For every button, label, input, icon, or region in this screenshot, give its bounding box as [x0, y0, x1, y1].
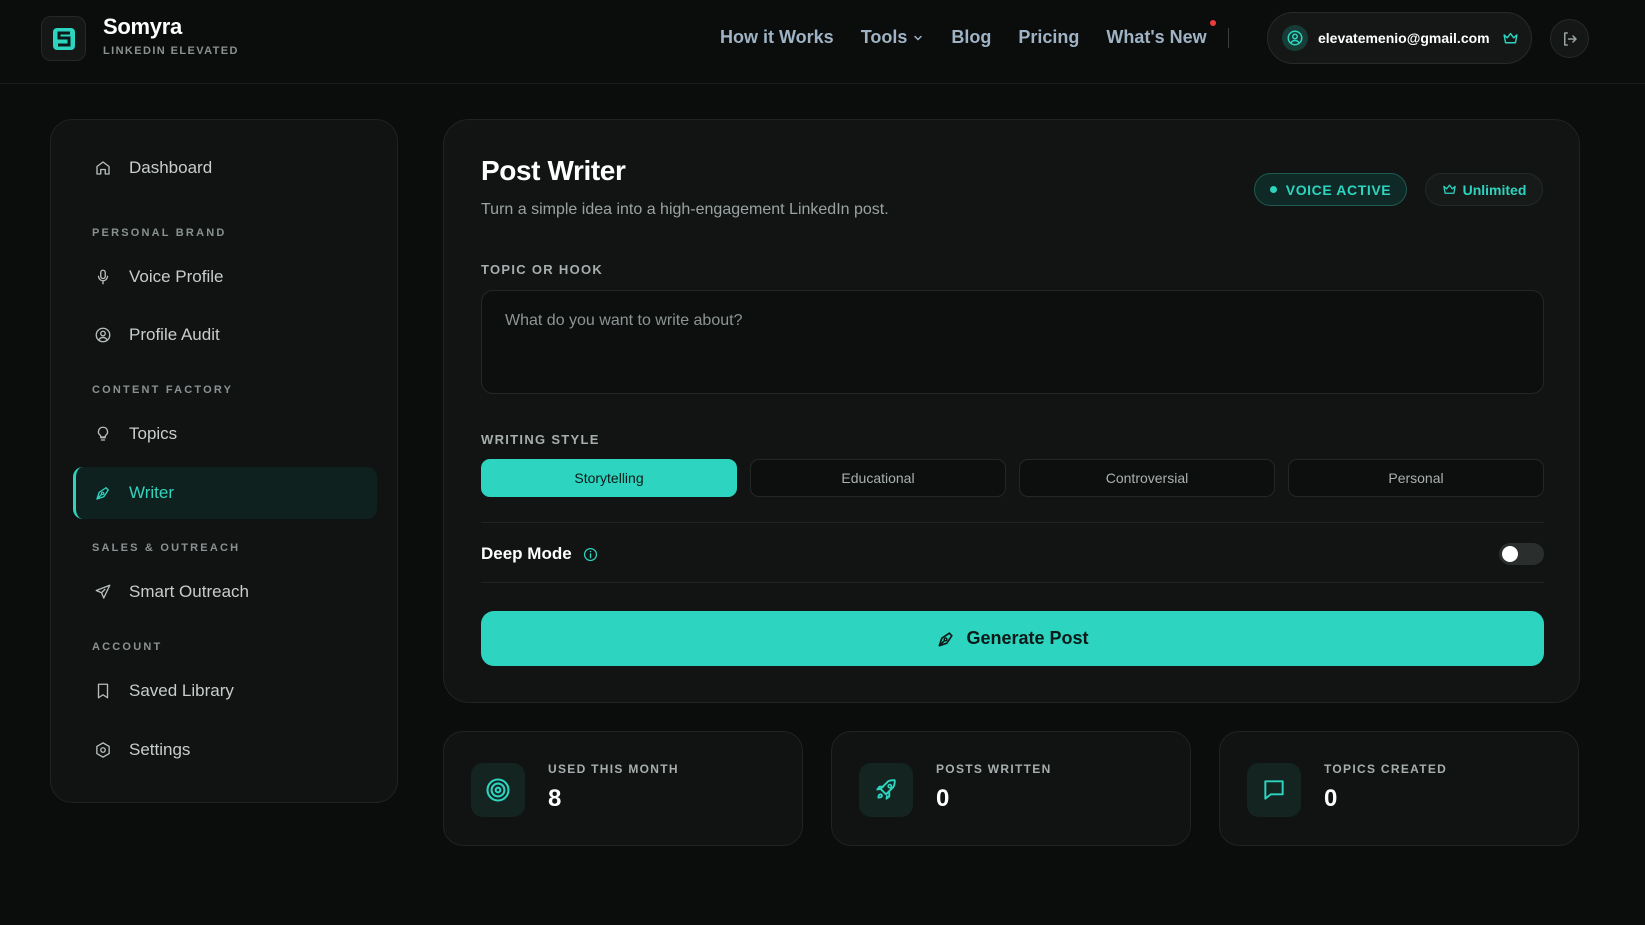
- microphone-icon: [93, 267, 113, 287]
- divider: [481, 582, 1544, 583]
- sidebar-item-dashboard[interactable]: Dashboard: [73, 142, 377, 194]
- sidebar-item-label: Writer: [129, 483, 175, 502]
- logo-icon: [52, 27, 75, 50]
- sidebar: Dashboard PERSONAL BRAND Voice Profile P…: [50, 119, 398, 803]
- page-title: Post Writer: [481, 155, 626, 186]
- gear-icon: [93, 740, 113, 760]
- stat-card-used-this-month: USED THIS MONTH 8: [443, 731, 803, 846]
- plan-badge-label: Unlimited: [1462, 181, 1527, 198]
- home-icon: [93, 158, 113, 178]
- nav-how-it-works[interactable]: How it Works: [720, 27, 834, 48]
- stat-label: TOPICS CREATED: [1324, 762, 1448, 776]
- sidebar-item-label: Topics: [129, 424, 178, 443]
- pen-tool-icon: [938, 631, 954, 646]
- stat-value: 8: [548, 785, 562, 812]
- nav-pricing-label: Pricing: [1018, 27, 1080, 47]
- sidebar-item-topics[interactable]: Topics: [73, 408, 377, 460]
- style-option-controversial[interactable]: Controversial: [1019, 459, 1275, 497]
- nav-how-it-works-label: How it Works: [720, 27, 834, 47]
- page-subtitle: Turn a simple idea into a high-engagemen…: [481, 201, 889, 218]
- sidebar-item-label: Saved Library: [129, 681, 234, 700]
- nav-blog[interactable]: Blog: [951, 27, 991, 48]
- nav-whats-new-label: What's New: [1106, 27, 1207, 47]
- stat-card-posts-written: POSTS WRITTEN 0: [831, 731, 1191, 846]
- send-icon: [93, 582, 113, 602]
- deep-mode-label: Deep Mode: [481, 544, 572, 563]
- user-circle-icon: [1287, 30, 1303, 46]
- sidebar-item-label: Smart Outreach: [129, 582, 249, 601]
- bookmark-icon: [93, 681, 113, 701]
- style-option-storytelling[interactable]: Storytelling: [481, 459, 737, 497]
- nav-pricing[interactable]: Pricing: [1018, 27, 1079, 48]
- sidebar-item-smart-outreach[interactable]: Smart Outreach: [73, 566, 377, 618]
- style-option-educational[interactable]: Educational: [750, 459, 1006, 497]
- deep-mode-toggle[interactable]: [1499, 543, 1544, 565]
- user-account-pill[interactable]: elevatemenio@gmail.com: [1267, 12, 1532, 64]
- notification-dot: [1209, 20, 1216, 26]
- sidebar-item-label: Dashboard: [129, 158, 213, 177]
- nav-blog-label: Blog: [951, 27, 992, 47]
- topic-label: TOPIC OR HOOK: [481, 262, 604, 277]
- plan-badge: Unlimited: [1425, 173, 1543, 206]
- sidebar-item-voice-profile[interactable]: Voice Profile: [73, 251, 377, 303]
- sidebar-item-label: Settings: [129, 740, 191, 759]
- nav-divider: [1228, 28, 1229, 48]
- voice-active-badge: VOICE ACTIVE: [1254, 173, 1407, 206]
- sidebar-item-writer[interactable]: Writer: [73, 467, 377, 519]
- generate-post-label: Generate Post: [966, 628, 1089, 648]
- nav-whats-new[interactable]: What's New: [1106, 20, 1216, 48]
- section-sales-outreach: SALES & OUTREACH: [92, 542, 241, 554]
- stat-card-topics-created: TOPICS CREATED 0: [1219, 731, 1579, 846]
- section-account: ACCOUNT: [92, 641, 163, 653]
- toggle-knob: [1502, 546, 1518, 562]
- generate-post-button[interactable]: Generate Post: [481, 611, 1544, 666]
- stat-label: USED THIS MONTH: [548, 762, 679, 776]
- nav-tools-label: Tools: [860, 27, 908, 47]
- brand-logo[interactable]: [41, 16, 86, 61]
- section-content-factory: CONTENT FACTORY: [92, 384, 234, 396]
- voice-badge-label: VOICE ACTIVE: [1285, 181, 1392, 198]
- target-icon: [471, 763, 525, 817]
- style-option-personal[interactable]: Personal: [1288, 459, 1544, 497]
- stat-label: POSTS WRITTEN: [936, 762, 1052, 776]
- chevron-down-icon: [914, 35, 923, 41]
- sidebar-item-settings[interactable]: Settings: [73, 724, 377, 776]
- deep-mode-row: Deep Mode: [481, 544, 598, 564]
- sidebar-item-label: Profile Audit: [129, 325, 220, 344]
- rocket-icon: [859, 763, 913, 817]
- stat-value: 0: [936, 785, 950, 812]
- logout-icon: [1563, 31, 1577, 46]
- divider: [481, 522, 1544, 523]
- status-dot: [1269, 186, 1277, 193]
- stat-value: 0: [1324, 785, 1338, 812]
- crown-icon: [1503, 32, 1518, 43]
- writing-style-label: WRITING STYLE: [481, 432, 600, 447]
- sidebar-item-label: Voice Profile: [129, 267, 224, 286]
- writing-style-options: Storytelling Educational Controversial P…: [481, 459, 1544, 497]
- info-icon[interactable]: [583, 547, 598, 562]
- pen-tool-icon: [93, 483, 113, 503]
- brand-name: Somyra: [103, 14, 182, 39]
- logout-button[interactable]: [1550, 19, 1589, 58]
- user-avatar: [1282, 25, 1308, 51]
- user-email: elevatemenio@gmail.com: [1318, 30, 1490, 46]
- crown-icon: [1442, 184, 1456, 194]
- sidebar-item-saved-library[interactable]: Saved Library: [73, 665, 377, 717]
- message-icon: [1247, 763, 1301, 817]
- top-header: Somyra LINKEDIN ELEVATED How it Works To…: [0, 0, 1645, 84]
- brand-tagline: LINKEDIN ELEVATED: [103, 45, 239, 57]
- main-nav: How it Works Tools Blog Pricing What's N…: [720, 20, 1234, 48]
- topic-input[interactable]: [481, 290, 1544, 394]
- section-personal-brand: PERSONAL BRAND: [92, 227, 227, 239]
- lightbulb-icon: [93, 424, 113, 444]
- user-circle-icon: [93, 325, 113, 345]
- nav-tools[interactable]: Tools: [861, 27, 925, 48]
- post-writer-card: Post Writer Turn a simple idea into a hi…: [443, 119, 1580, 703]
- sidebar-item-profile-audit[interactable]: Profile Audit: [73, 309, 377, 361]
